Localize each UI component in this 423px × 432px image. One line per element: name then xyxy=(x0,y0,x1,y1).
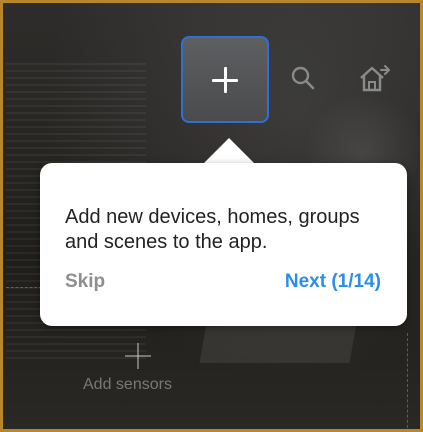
table-backdrop xyxy=(199,323,357,363)
add-sensors-label: Add sensors xyxy=(83,376,172,393)
next-button[interactable]: Next (1/14) xyxy=(285,271,381,293)
tooltip-arrow xyxy=(203,138,255,164)
app-screen: Add sensors Add new devices, homes, grou… xyxy=(0,0,423,432)
home-arrow-icon[interactable] xyxy=(357,61,391,95)
tooltip-message: Add new devices, homes, groups and scene… xyxy=(65,206,360,253)
dashed-divider xyxy=(6,287,42,288)
skip-button[interactable]: Skip xyxy=(65,271,105,293)
add-button[interactable] xyxy=(181,36,269,123)
plus-icon xyxy=(212,66,238,93)
dashed-divider-vertical xyxy=(407,333,408,429)
search-icon[interactable] xyxy=(290,65,316,91)
add-sensors-plus-icon xyxy=(125,343,151,369)
onboarding-tooltip: Add new devices, homes, groups and scene… xyxy=(40,163,407,326)
